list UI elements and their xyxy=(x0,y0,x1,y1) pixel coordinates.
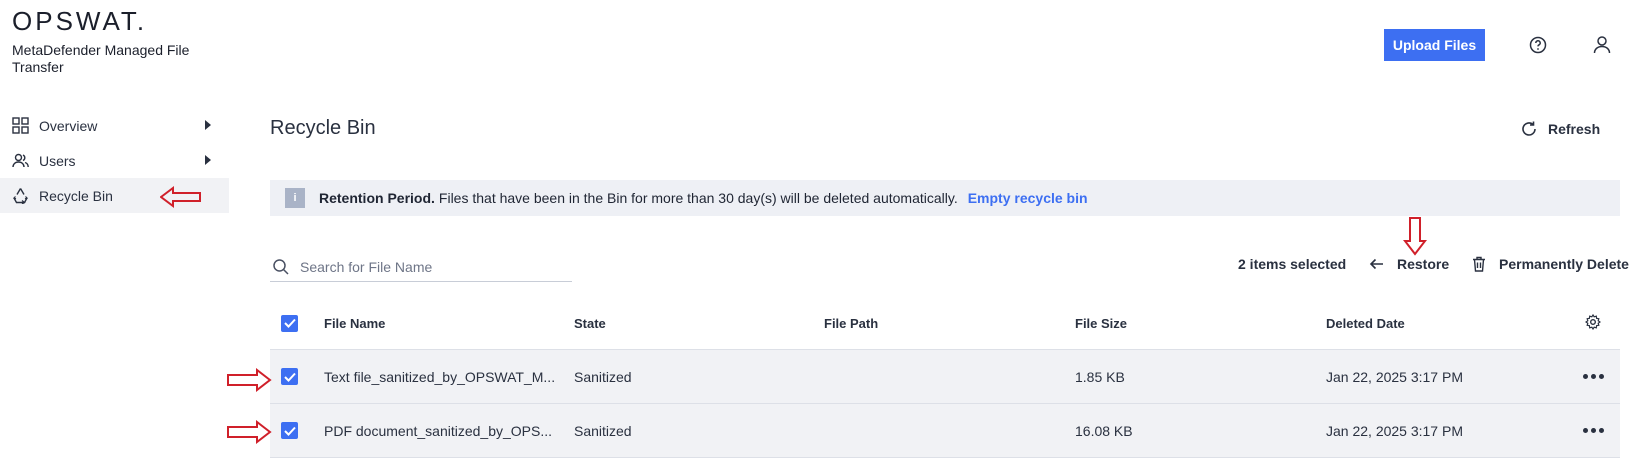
file-size-cell: 1.85 KB xyxy=(1075,368,1125,385)
opswat-logo: OPSWAT. xyxy=(12,6,148,36)
annotation-arrow-left-icon xyxy=(160,186,201,208)
column-file-size[interactable]: File Size xyxy=(1075,316,1326,331)
retention-banner: i Retention Period. Files that have been… xyxy=(270,180,1620,216)
search-field xyxy=(270,252,572,282)
recycle-icon xyxy=(12,187,29,204)
column-deleted-date[interactable]: Deleted Date xyxy=(1326,316,1566,331)
trash-icon xyxy=(1471,256,1487,272)
annotation-arrow-right-icon xyxy=(227,368,272,392)
sidebar-item-label: Overview xyxy=(39,117,98,134)
restore-button[interactable]: Restore xyxy=(1369,256,1449,272)
table-row[interactable]: PDF document_sanitized_by_OPS... Sanitiz… xyxy=(270,404,1620,458)
refresh-button[interactable]: Refresh xyxy=(1520,120,1600,138)
banner-text: Files that have been in the Bin for more… xyxy=(438,190,958,206)
sidebar-item-users[interactable]: Users xyxy=(0,143,229,178)
arrow-left-icon xyxy=(1369,256,1385,272)
empty-recycle-bin-link[interactable]: Empty recycle bin xyxy=(968,190,1088,206)
search-icon xyxy=(272,258,290,276)
refresh-icon xyxy=(1520,120,1538,138)
row-checkbox[interactable] xyxy=(281,422,298,439)
settings-gear-icon[interactable] xyxy=(1584,313,1602,333)
caret-right-icon[interactable] xyxy=(205,155,211,165)
annotation-arrow-down-icon xyxy=(1403,217,1427,256)
upload-files-button[interactable]: Upload Files xyxy=(1384,29,1485,61)
product-name: MetaDefender Managed File Transfer xyxy=(12,42,190,75)
file-name-cell: Text file_sanitized_by_OPSWAT_M... xyxy=(324,368,556,385)
deleted-date-cell: Jan 22, 2025 3:17 PM xyxy=(1326,368,1463,385)
restore-label: Restore xyxy=(1397,256,1450,272)
column-state[interactable]: State xyxy=(574,316,824,331)
column-file-path[interactable]: File Path xyxy=(824,316,1075,331)
row-checkbox[interactable] xyxy=(281,368,298,385)
column-file-name[interactable]: File Name xyxy=(324,316,574,331)
select-all-checkbox[interactable] xyxy=(281,314,298,332)
search-input[interactable] xyxy=(300,258,560,275)
files-table: File Name State File Path File Size Dele… xyxy=(270,297,1620,458)
selected-count: 2 items selected xyxy=(1238,256,1347,272)
file-size-cell: 16.08 KB xyxy=(1075,422,1133,439)
brand: OPSWAT. MetaDefender Managed File Transf… xyxy=(12,8,192,76)
users-icon xyxy=(12,152,29,169)
user-icon[interactable] xyxy=(1591,34,1613,56)
permanently-delete-button[interactable]: Permanently Delete xyxy=(1471,256,1629,272)
help-circle-icon[interactable] xyxy=(1528,35,1548,55)
refresh-label: Refresh xyxy=(1548,121,1601,137)
sidebar-item-overview[interactable]: Overview xyxy=(0,108,229,143)
info-icon: i xyxy=(285,188,305,208)
sidebar-item-label: Users xyxy=(39,152,76,169)
caret-right-icon[interactable] xyxy=(205,120,211,130)
deleted-date-cell: Jan 22, 2025 3:17 PM xyxy=(1326,422,1463,439)
grid-icon xyxy=(12,117,29,134)
more-actions-icon[interactable] xyxy=(1582,374,1604,379)
annotation-arrow-right-icon xyxy=(227,420,272,444)
banner-title: Retention Period. xyxy=(319,190,435,206)
page-title: Recycle Bin xyxy=(270,117,376,139)
state-cell: Sanitized xyxy=(574,422,632,439)
more-actions-icon[interactable] xyxy=(1582,428,1604,433)
table-header: File Name State File Path File Size Dele… xyxy=(270,297,1620,350)
permanently-delete-label: Permanently Delete xyxy=(1499,256,1629,272)
table-row[interactable]: Text file_sanitized_by_OPSWAT_M... Sanit… xyxy=(270,350,1620,404)
sidebar-item-label: Recycle Bin xyxy=(39,187,113,204)
state-cell: Sanitized xyxy=(574,368,632,385)
file-name-cell: PDF document_sanitized_by_OPS... xyxy=(324,422,553,439)
